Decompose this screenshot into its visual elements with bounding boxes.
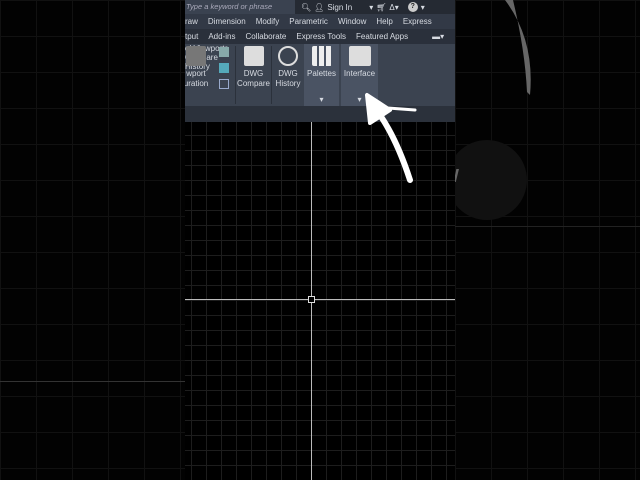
tab-add-ins[interactable]: Add-ins [203,32,240,41]
brush-stroke-decoration [505,0,531,95]
dwg-compare-button[interactable]: DWG Compare [237,46,270,89]
title-bar: Type a keyword or phrase 🔍︎ 👤︎ Sign In ▾… [185,0,455,14]
menu-dimension[interactable]: Dimension [204,17,246,26]
search-input[interactable]: Type a keyword or phrase [185,0,295,14]
interface-label: Interface [343,69,376,78]
viewport-icon [186,46,206,66]
palettes-label: Palettes [307,69,336,78]
menu-bar: raw Dimension Modify Parametric Window H… [185,14,455,29]
viewport-configuration-button[interactable]: wport uration [185,46,211,89]
interface-button[interactable]: Interface [341,46,378,79]
dwg-history-button[interactable]: DWG History [273,46,303,89]
interface-icon [348,46,371,66]
dropdown-icon[interactable]: ▾ [369,3,373,12]
background-circle [447,140,527,220]
dwg-compare-label: DWG [243,69,264,78]
search-icon[interactable]: 🔍︎ [301,3,311,12]
tab-collaborate[interactable]: Collaborate [240,32,291,41]
menu-express[interactable]: Express [399,17,432,26]
tab-express-tools[interactable]: Express Tools [291,32,351,41]
history-icon [278,46,298,66]
crosshair-horizontal [185,299,455,300]
tab-output[interactable]: tput [185,32,203,41]
sign-in-button[interactable]: Sign In [327,3,352,12]
help-dropdown-icon[interactable]: ▾ [421,3,425,12]
blurred-background-right: W [442,0,640,480]
cursor-pickbox [308,296,315,303]
viewport-tools [219,47,229,89]
join-viewports-icon[interactable] [219,63,229,73]
palettes-button[interactable]: Palettes [304,46,339,79]
help-icon[interactable]: ? [407,2,418,12]
dwg-history-label: DWG [278,69,298,78]
menu-parametric[interactable]: Parametric [285,17,328,26]
user-icon: 👤︎ [314,2,325,12]
menu-window[interactable]: Window [334,17,366,26]
tab-overflow-button[interactable]: ▬▾ [427,32,449,41]
menu-help[interactable]: Help [372,17,392,26]
menu-draw[interactable]: raw [185,17,198,26]
background-grid-line [455,226,640,227]
blurred-background-left [0,0,185,480]
cart-icon[interactable]: 🛒︎ [376,3,386,12]
autocad-window: Type a keyword or phrase 🔍︎ 👤︎ Sign In ▾… [185,0,455,480]
autodesk-icon[interactable]: Δ▾ [389,3,398,12]
arrow-annotation-icon [365,93,417,183]
tab-featured-apps[interactable]: Featured Apps [351,32,413,41]
dwg-compare-icon [243,46,264,66]
menu-modify[interactable]: Modify [252,17,280,26]
palettes-icon [311,46,332,66]
ribbon-tabs: tput Add-ins Collaborate Express Tools F… [185,29,455,44]
background-axis [0,381,185,382]
named-viewports-icon[interactable] [219,47,229,57]
viewport-config-label: wport [186,69,206,78]
